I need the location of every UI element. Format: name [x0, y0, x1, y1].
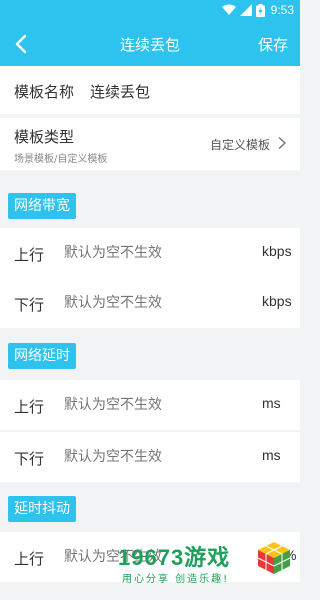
- latency-up-unit: ms: [262, 395, 281, 411]
- wifi-icon: [221, 4, 236, 15]
- template-type-label: 模板类型: [14, 128, 75, 146]
- latency-up-label: 上行: [14, 398, 45, 416]
- bandwidth-down-input[interactable]: [64, 294, 234, 310]
- bandwidth-up-unit: kbps: [262, 243, 292, 259]
- status-icons: 9:53: [221, 3, 294, 17]
- template-type-subtitle: 场景模板/自定义模板: [14, 154, 108, 165]
- latency-down-label: 下行: [14, 450, 45, 468]
- latency-up-input[interactable]: [64, 396, 234, 412]
- watermark-logo: 19673游戏 用心分享 创造乐趣!: [118, 538, 298, 596]
- latency-down-row: 下行 ms: [0, 432, 300, 482]
- latency-down-unit: ms: [262, 447, 281, 463]
- bandwidth-up-label: 上行: [14, 246, 45, 264]
- jitter-up-label: 上行: [14, 550, 45, 568]
- status-bar: 9:53: [0, 0, 300, 22]
- latency-up-row: 上行 ms: [0, 380, 300, 430]
- watermark-slogan: 用心分享 创造乐趣!: [122, 574, 230, 585]
- bandwidth-down-unit: kbps: [262, 293, 292, 309]
- save-button[interactable]: 保存: [258, 34, 288, 55]
- watermark-text: 19673游戏: [118, 545, 231, 570]
- app-bar: 连续丢包 保存: [0, 22, 300, 66]
- status-time: 9:53: [270, 3, 294, 17]
- bandwidth-up-input[interactable]: [64, 244, 234, 260]
- template-name-value[interactable]: 连续丢包: [90, 81, 150, 102]
- battery-icon: [255, 3, 265, 17]
- bandwidth-up-row: 上行 kbps: [0, 228, 300, 278]
- template-name-row[interactable]: 模板名称 连续丢包: [0, 66, 300, 114]
- chevron-right-icon: [278, 136, 287, 150]
- template-type-value: 自定义模板: [209, 138, 270, 152]
- template-name-label: 模板名称: [14, 83, 75, 101]
- section-title-jitter: 延时抖动: [8, 496, 76, 522]
- section-title-latency: 网络延时: [8, 343, 76, 369]
- page-title: 连续丢包: [119, 36, 180, 54]
- cube-logo-icon: [257, 542, 291, 574]
- section-title-bandwidth: 网络带宽: [8, 193, 76, 219]
- template-type-row[interactable]: 模板类型 场景模板/自定义模板 自定义模板: [0, 118, 300, 170]
- bandwidth-down-row: 下行 kbps: [0, 278, 300, 328]
- signal-icon: [239, 4, 252, 16]
- bandwidth-down-label: 下行: [14, 296, 45, 314]
- latency-down-input[interactable]: [64, 448, 234, 464]
